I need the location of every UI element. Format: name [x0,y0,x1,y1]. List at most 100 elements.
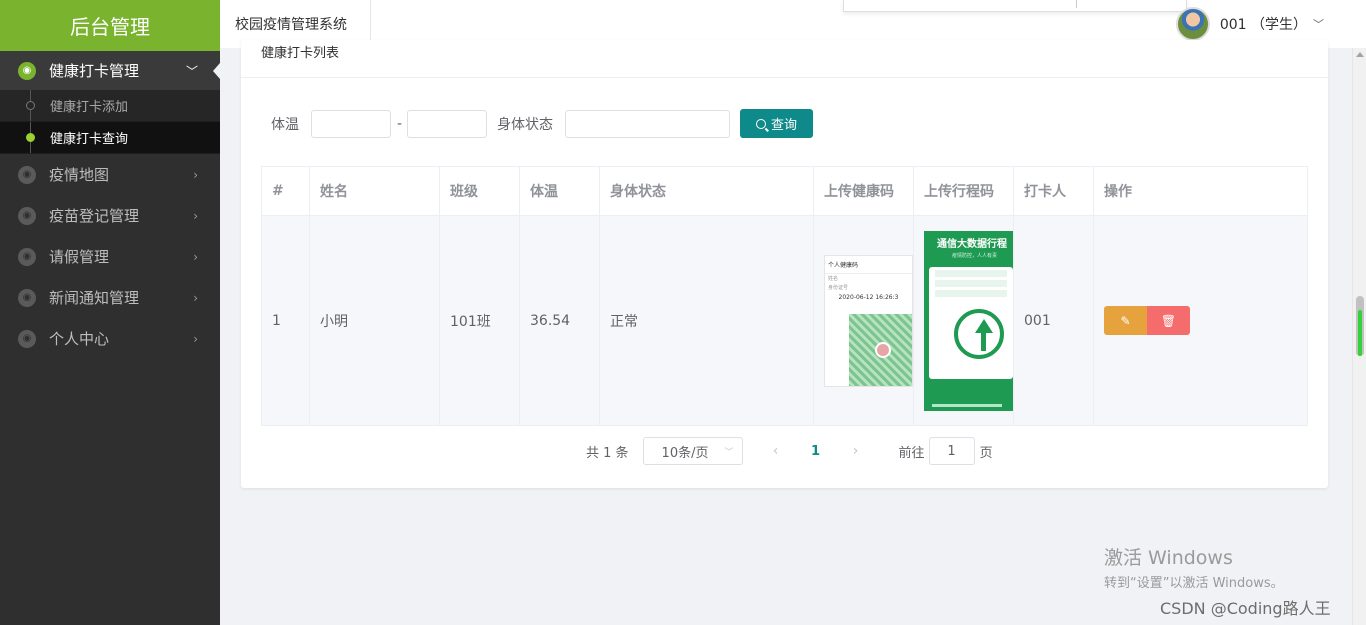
active-indicator [213,62,220,79]
cell-trip-code: 通信大数据行程 疫情防控，人人有责 [913,215,1014,426]
trip-code-bar [935,279,1007,287]
col-health-code: 上传健康码 [813,166,914,216]
col-trip-code: 上传行程码 [913,166,1014,216]
menu-label: 个人中心 [49,330,110,348]
arrow-up-icon [954,308,1004,359]
trip-code-subtitle: 疫情防控，人人有责 [952,252,998,259]
checkin-list-card: 健康打卡列表 体温 - 身体状态 查询 # 姓名 班级 体温 身体状态 上传健康… [241,40,1328,488]
trip-code-title: 通信大数据行程 [937,238,1007,250]
scrollbar[interactable] [1352,48,1366,625]
submenu-label: 健康打卡添加 [50,100,129,115]
chevron-right-icon: › [193,208,198,223]
pagination: 共 1 条 10条/页 ﹀ ‹ 1 › 前往 1 页 [586,437,993,465]
col-index: # [261,166,310,216]
status-input[interactable] [565,109,731,138]
col-temp: 体温 [519,166,600,216]
dot-icon [26,133,35,142]
globe-icon: ◉ [18,206,36,225]
edit-button[interactable]: ✎ [1104,306,1147,335]
menu-news[interactable]: ◉ 新闻通知管理 › [0,277,220,318]
scroll-up-icon[interactable] [1356,52,1364,57]
col-class: 班级 [439,166,520,216]
temp-max-input[interactable] [407,109,488,138]
edit-icon: ✎ [1120,313,1131,328]
search-button[interactable]: 查询 [740,109,814,138]
separator [1076,0,1077,8]
page-size-value: 10条/页 [661,445,709,461]
status-label: 身体状态 [497,116,554,133]
cell-actions: ✎ 🗑 [1093,215,1308,426]
avatar[interactable] [1175,7,1210,41]
checkin-table: # 姓名 班级 体温 身体状态 上传健康码 上传行程码 打卡人 操作 1 小明 … [261,166,1308,426]
scroll-indicator [1358,310,1362,356]
brand-title: 后台管理 [0,0,220,51]
chevron-right-icon: › [193,249,198,264]
menu-epidemic-map[interactable]: ◉ 疫情地图 › [0,154,220,195]
chevron-down-icon: ﹀ [1313,18,1324,31]
qr-center-dot [875,341,891,358]
globe-icon: ◉ [18,165,36,184]
menu-leave[interactable]: ◉ 请假管理 › [0,236,220,277]
chevron-right-icon: › [193,167,198,182]
delete-button[interactable]: 🗑 [1147,306,1190,335]
prev-page-button[interactable]: ‹ [769,443,783,459]
dot-icon [26,101,35,110]
col-status: 身体状态 [599,166,814,216]
health-code-line: 身份证号 [828,284,849,291]
col-name: 姓名 [309,166,440,216]
table-header-row: # 姓名 班级 体温 身体状态 上传健康码 上传行程码 打卡人 操作 [261,166,1308,216]
user-name: 001 （学生） [1219,17,1307,33]
chevron-right-icon: › [193,290,198,305]
menu-health-checkin[interactable]: ◉ 健康打卡管理 ﹀ [0,51,220,90]
cell-checker: 001 [1013,215,1094,426]
menu-label: 请假管理 [49,248,110,266]
trip-code-bar [935,289,1007,297]
sidebar: 后台管理 ◉ 健康打卡管理 ﹀ 健康打卡添加 健康打卡查询 ◉ 疫情地图 › ◉… [0,0,220,625]
card-header: 健康打卡列表 [241,40,1328,78]
table-row: 1 小明 101班 36.54 正常 个人健康码 姓名 身份证号 2020-06… [261,215,1308,426]
trash-icon: 🗑 [1160,313,1177,328]
menu-vaccine[interactable]: ◉ 疫苗登记管理 › [0,195,220,236]
temp-min-input[interactable] [311,109,391,138]
menu-label: 健康打卡管理 [49,62,140,80]
globe-icon: ◉ [18,329,36,348]
globe-icon: ◉ [18,247,36,266]
trip-code-image[interactable]: 通信大数据行程 疫情防控，人人有责 [924,230,1013,411]
csdn-watermark: CSDN @Coding路人王 [1160,599,1331,618]
cell-name: 小明 [309,215,440,426]
trip-code-footer [932,403,1002,407]
chevron-down-icon: ﹀ [724,447,734,458]
menu-profile[interactable]: ◉ 个人中心 › [0,318,220,359]
dropdown-panel [843,0,1187,12]
globe-icon: ◉ [18,61,36,80]
cell-index: 1 [261,215,310,426]
user-menu[interactable]: 001 （学生） ﹀ [1175,7,1324,41]
trip-code-bar [935,269,1007,277]
menu-label: 疫苗登记管理 [49,207,140,225]
windows-activation-watermark: 激活 Windows 转到“设置”以激活 Windows。 [1104,543,1284,591]
search-icon [756,118,767,129]
total-count: 共 1 条 [586,445,629,461]
chevron-down-icon: ﹀ [185,64,198,78]
health-code-image[interactable]: 个人健康码 姓名 身份证号 2020-06-12 16:26:3 [824,254,913,387]
search-label: 查询 [771,118,798,133]
temp-label: 体温 [271,116,299,133]
health-code-line: 姓名 [828,275,839,282]
health-code-date: 2020-06-12 16:26:3 [838,293,899,301]
page-number-current[interactable]: 1 [809,444,823,459]
menu-label: 新闻通知管理 [49,289,140,307]
cell-temp: 36.54 [519,215,600,426]
col-actions: 操作 [1093,166,1308,216]
submenu-label: 健康打卡查询 [50,132,129,147]
cell-health-code: 个人健康码 姓名 身份证号 2020-06-12 16:26:3 [813,215,914,426]
page-size-select[interactable]: 10条/页 ﹀ [642,437,743,465]
chevron-right-icon: › [193,331,198,346]
submenu-checkin-add[interactable]: 健康打卡添加 [0,90,220,122]
next-page-button[interactable]: › [849,443,863,459]
submenu-checkin-query[interactable]: 健康打卡查询 [0,122,220,154]
filter-bar: 体温 - 身体状态 查询 [261,109,814,138]
page-suffix: 页 [979,445,993,461]
range-dash: - [397,115,403,132]
cell-status: 正常 [599,215,814,426]
goto-page-input[interactable]: 1 [928,437,975,465]
